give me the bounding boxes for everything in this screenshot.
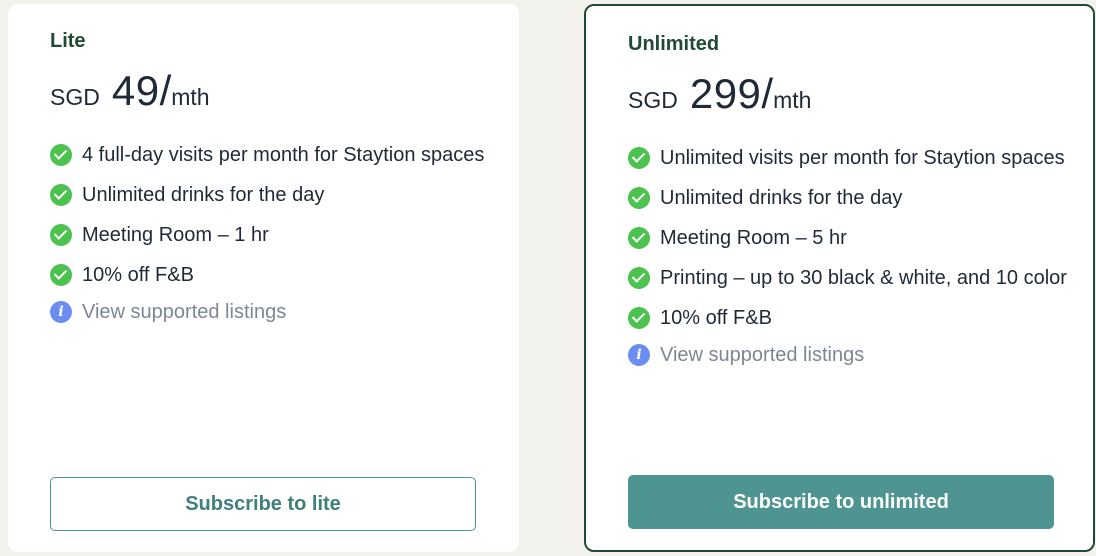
feature-text: Meeting Room – 5 hr	[660, 227, 847, 249]
view-supported-listings-link[interactable]: i View supported listings	[50, 297, 490, 327]
feature-item: Meeting Room – 1 hr	[50, 219, 490, 251]
plan-card-unlimited: Unlimited SGD 299 / mth Unlimited visits…	[584, 4, 1095, 552]
feature-text: 10% off F&B	[660, 307, 772, 329]
feature-item: 10% off F&B	[628, 302, 1068, 334]
plan-name: Unlimited	[628, 33, 720, 55]
check-circle-icon	[50, 264, 72, 286]
feature-text: Meeting Room – 1 hr	[82, 224, 269, 246]
info-link-text[interactable]: View supported listings	[82, 297, 286, 327]
price-currency: SGD	[50, 84, 100, 110]
info-link-text[interactable]: View supported listings	[660, 340, 864, 370]
feature-text: Unlimited visits per month for Staytion …	[660, 147, 1065, 169]
price-period: mth	[171, 84, 210, 110]
feature-text: Unlimited drinks for the day	[82, 184, 325, 206]
check-circle-icon	[628, 147, 650, 169]
price-separator: /	[761, 70, 774, 117]
feature-item: Unlimited visits per month for Staytion …	[628, 142, 1068, 174]
feature-list: 4 full-day visits per month for Staytion…	[50, 139, 490, 327]
view-supported-listings-link[interactable]: i View supported listings	[628, 340, 1068, 370]
feature-item: Unlimited drinks for the day	[50, 179, 490, 211]
subscribe-lite-button[interactable]: Subscribe to lite	[50, 477, 476, 531]
feature-list: Unlimited visits per month for Staytion …	[628, 142, 1068, 370]
check-circle-icon	[628, 227, 650, 249]
feature-text: 4 full-day visits per month for Staytion…	[82, 144, 485, 166]
info-circle-icon: i	[50, 301, 72, 323]
price-amount: 49	[111, 67, 160, 114]
plan-price: SGD 49 / mth	[50, 67, 210, 115]
price-currency: SGD	[628, 87, 678, 113]
plan-price: SGD 299 / mth	[628, 70, 811, 118]
check-circle-icon	[50, 224, 72, 246]
feature-item: Meeting Room – 5 hr	[628, 222, 1068, 254]
price-separator: /	[159, 67, 172, 114]
plan-card-lite: Lite SGD 49 / mth 4 full-day visits per …	[8, 4, 519, 552]
check-circle-icon	[50, 144, 72, 166]
plan-name: Lite	[50, 30, 86, 52]
check-circle-icon	[50, 184, 72, 206]
price-amount: 299	[689, 70, 762, 117]
feature-item: Printing – up to 30 black & white, and 1…	[628, 262, 1068, 294]
check-circle-icon	[628, 187, 650, 209]
check-circle-icon	[628, 307, 650, 329]
check-circle-icon	[628, 267, 650, 289]
feature-item: Unlimited drinks for the day	[628, 182, 1068, 214]
feature-item: 4 full-day visits per month for Staytion…	[50, 139, 490, 171]
feature-item: 10% off F&B	[50, 259, 490, 291]
feature-text: 10% off F&B	[82, 264, 194, 286]
feature-text: Printing – up to 30 black & white, and 1…	[660, 267, 1067, 289]
price-period: mth	[773, 87, 812, 113]
feature-text: Unlimited drinks for the day	[660, 187, 903, 209]
info-circle-icon: i	[628, 344, 650, 366]
subscribe-unlimited-button[interactable]: Subscribe to unlimited	[628, 475, 1054, 529]
